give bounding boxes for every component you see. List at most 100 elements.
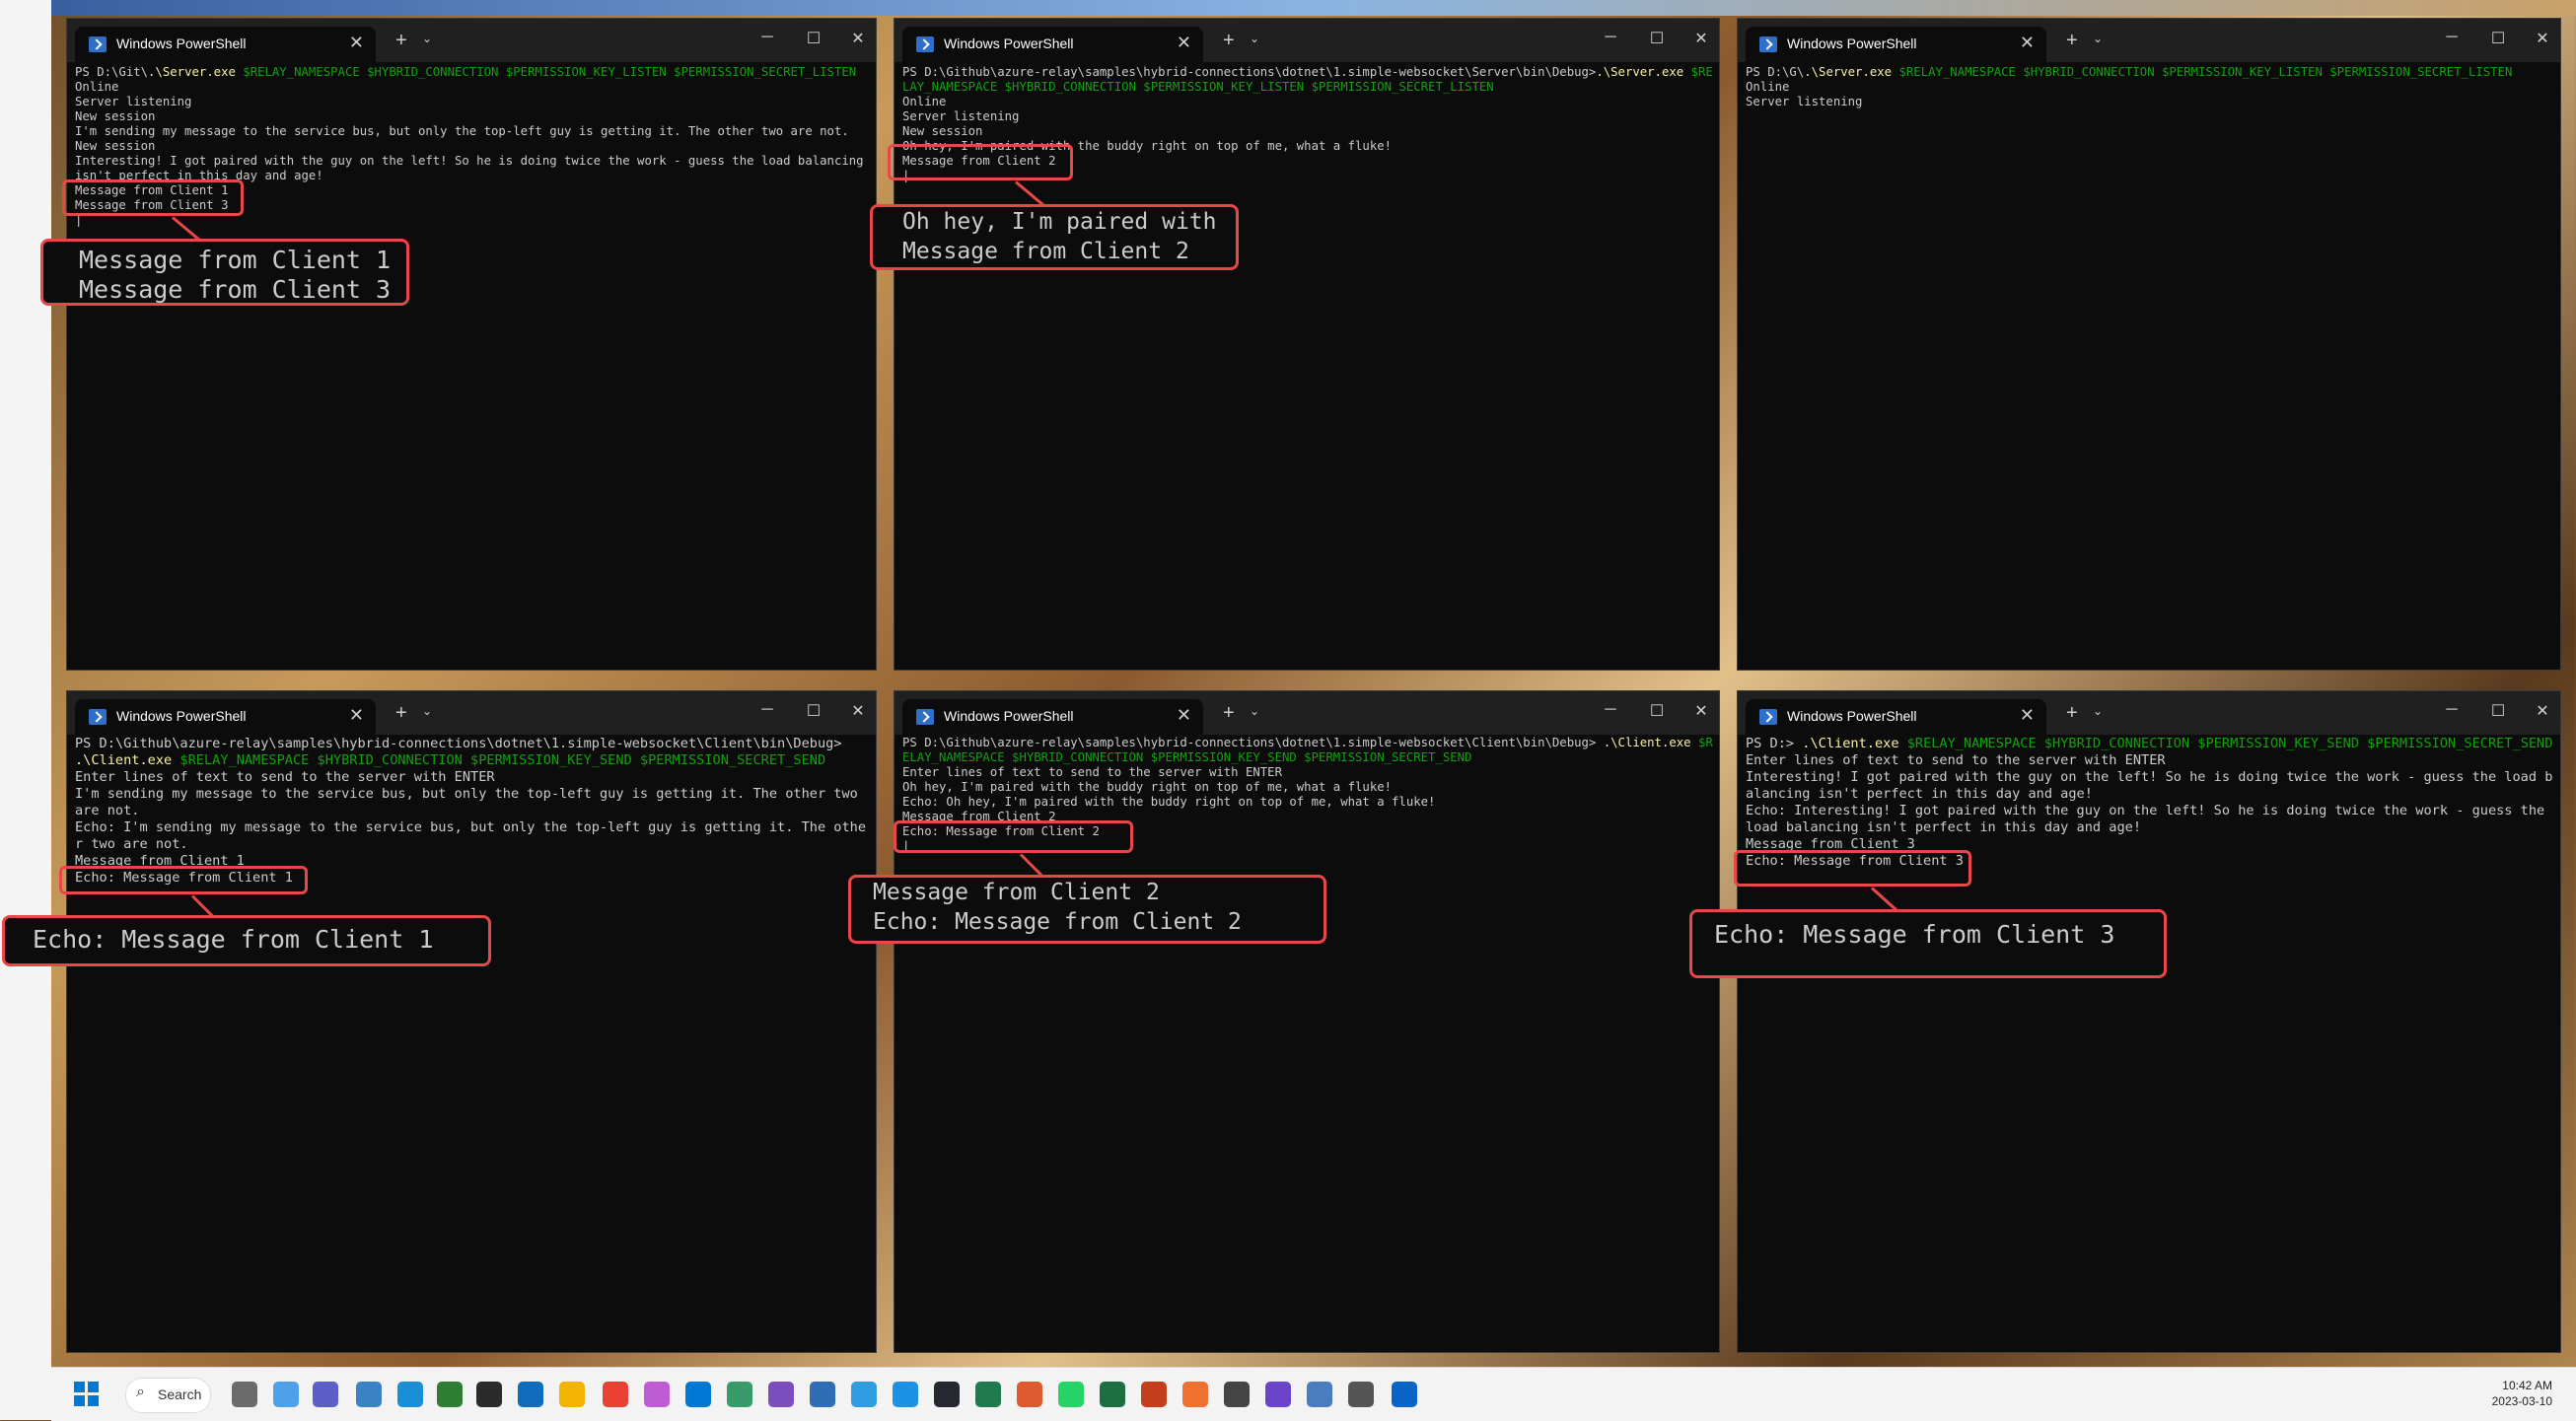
app-icon-2[interactable] (1182, 1382, 1208, 1407)
close-button[interactable]: ✕ (843, 29, 873, 48)
remote-icon[interactable] (1392, 1382, 1417, 1407)
terminal-window[interactable]: Windows PowerShell ✕ + ⌄ ─ ☐ ✕ PS D:\Git… (67, 691, 876, 1352)
weather-icon[interactable] (273, 1382, 299, 1407)
chrome-icon[interactable] (603, 1382, 628, 1407)
whatsapp-icon[interactable] (1058, 1382, 1084, 1407)
file-explorer-icon[interactable] (559, 1382, 585, 1407)
terminal-window[interactable]: Windows PowerShell ✕ + ⌄ ─ ☐ ✕ PS D:\Git… (894, 19, 1719, 670)
app-icon[interactable] (1017, 1382, 1042, 1407)
tab-dropdown-button[interactable]: ⌄ (422, 704, 432, 718)
terminal-window[interactable]: Windows PowerShell ✕ + ⌄ ─ ☐ ✕ PS D:\Git… (67, 19, 876, 670)
close-button[interactable]: ✕ (2528, 29, 2557, 48)
terminal-tab[interactable]: Windows PowerShell ✕ (902, 27, 1203, 62)
terminal-tab[interactable]: Windows PowerShell ✕ (902, 699, 1203, 735)
zoom-callout: Echo: Message from Client 1 (2, 915, 491, 966)
terminal-window[interactable]: Windows PowerShell ✕ + ⌄ ─ ☐ ✕ PS D:> .\… (1738, 691, 2560, 1352)
teams-icon[interactable] (313, 1382, 338, 1407)
close-button[interactable]: ✕ (1686, 701, 1716, 721)
output-text: Server listening (75, 95, 192, 108)
maximize-button[interactable]: ☐ (2483, 701, 2513, 721)
outlook-icon[interactable] (518, 1382, 543, 1407)
tab-dropdown-button[interactable]: ⌄ (2093, 704, 2103, 718)
notepad-icon[interactable] (437, 1382, 463, 1407)
minimize-button[interactable]: ─ (1596, 29, 1625, 46)
minimize-button[interactable]: ─ (752, 29, 782, 46)
minimize-button[interactable]: ─ (752, 701, 782, 719)
tab-dropdown-button[interactable]: ⌄ (2093, 32, 2103, 45)
terminal-line: I'm sending my message to the service bu… (75, 786, 870, 819)
tab-bar: Windows PowerShell ✕ + ⌄ ─ ☐ ✕ (894, 691, 1719, 735)
output-text: Oh hey, I'm paired with the buddy right … (902, 780, 1393, 794)
maximize-button[interactable]: ☐ (799, 29, 828, 48)
output-text: I'm sending my message to the service bu… (75, 786, 867, 818)
system-clock[interactable]: 10:42 AM 2023-03-10 (2492, 1378, 2552, 1409)
paint-icon[interactable] (644, 1382, 670, 1407)
settings-icon[interactable] (1348, 1382, 1374, 1407)
terminal-icon[interactable] (476, 1382, 502, 1407)
zoom-line: Message from Client 1 (79, 246, 392, 274)
tab-close-icon[interactable]: ✕ (349, 33, 364, 53)
close-button[interactable]: ✕ (2528, 701, 2557, 721)
maximize-button[interactable]: ☐ (1642, 701, 1672, 721)
store-icon[interactable] (810, 1382, 835, 1407)
zoom-line: Echo: Message from Client 3 (1714, 920, 2115, 949)
tab-close-icon[interactable]: ✕ (349, 705, 364, 726)
file-app-icon[interactable] (356, 1382, 382, 1407)
new-tab-button[interactable]: + (395, 30, 407, 52)
terminal-line: Enter lines of text to send to the serve… (75, 769, 870, 786)
powerpoint-icon[interactable] (1141, 1382, 1167, 1407)
terminal-window[interactable]: Windows PowerShell ✕ + ⌄ ─ ☐ ✕ PS D:\G\.… (1738, 19, 2560, 670)
terminal-tab[interactable]: Windows PowerShell ✕ (75, 27, 376, 62)
terminal-tab[interactable]: Windows PowerShell ✕ (1746, 27, 2046, 62)
taskbar-search-button[interactable]: ⌕ Search (125, 1378, 211, 1413)
windows-start-icon[interactable] (74, 1382, 100, 1407)
minimize-button[interactable]: ─ (2437, 701, 2467, 719)
new-tab-button[interactable]: + (395, 702, 407, 725)
tab-dropdown-button[interactable]: ⌄ (422, 32, 432, 45)
tab-close-icon[interactable]: ✕ (1177, 705, 1191, 726)
maximize-button[interactable]: ☐ (2483, 29, 2513, 48)
close-button[interactable]: ✕ (1686, 29, 1716, 48)
terminal-tab[interactable]: Windows PowerShell ✕ (75, 699, 376, 735)
video-icon[interactable] (1265, 1382, 1291, 1407)
terminal-output[interactable]: PS D:\Github\azure-relay\samples\hybrid-… (75, 736, 870, 887)
tab-close-icon[interactable]: ✕ (1177, 33, 1191, 53)
tab-close-icon[interactable]: ✕ (2020, 33, 2035, 53)
edge-icon[interactable] (397, 1382, 423, 1407)
minimize-button[interactable]: ─ (1596, 701, 1625, 719)
tab-dropdown-button[interactable]: ⌄ (1250, 32, 1259, 45)
terminal-output[interactable]: PS D:\G\.\Server.exe $RELAY_NAMESPACE $H… (1746, 65, 2554, 109)
tab-close-icon[interactable]: ✕ (2020, 705, 2035, 726)
github-icon[interactable] (934, 1382, 960, 1407)
tab-dropdown-button[interactable]: ⌄ (1250, 704, 1259, 718)
new-tab-button[interactable]: + (2066, 30, 2078, 52)
wordpad-icon[interactable] (1224, 1382, 1250, 1407)
zoom-callout: Message from Client 2 Echo: Message from … (848, 875, 1326, 944)
terminal-line: Online (1746, 80, 2554, 95)
visual-studio-icon[interactable] (768, 1382, 794, 1407)
dev-icon[interactable] (727, 1382, 752, 1407)
terminal-tab[interactable]: Windows PowerShell ✕ (1746, 699, 2046, 735)
excel-icon[interactable] (1100, 1382, 1125, 1407)
new-tab-button[interactable]: + (1223, 30, 1235, 52)
maximize-button[interactable]: ☐ (1642, 29, 1672, 48)
network-icon[interactable] (1307, 1382, 1332, 1407)
tab-title: Windows PowerShell (116, 36, 247, 51)
task-view-icon[interactable] (232, 1382, 257, 1407)
minimize-button[interactable]: ─ (2437, 29, 2467, 46)
docker-app-icon[interactable] (851, 1382, 877, 1407)
vscode-icon[interactable] (685, 1382, 711, 1407)
output-text: Online (75, 80, 119, 94)
new-tab-button[interactable]: + (1223, 702, 1235, 725)
highlight-box (62, 179, 244, 216)
output-text: Interesting! I got paired with the guy o… (1746, 769, 2553, 802)
search-label: Search (158, 1386, 202, 1402)
terminal-line: New session (75, 139, 870, 154)
docker-icon[interactable] (893, 1382, 918, 1407)
output-text: PS D:\Github\azure-relay\samples\hybrid-… (75, 736, 850, 751)
close-button[interactable]: ✕ (843, 701, 873, 721)
new-tab-button[interactable]: + (2066, 702, 2078, 725)
git-icon[interactable] (975, 1382, 1001, 1407)
terminal-window[interactable]: Windows PowerShell ✕ + ⌄ ─ ☐ ✕ PS D:\Git… (894, 691, 1719, 1352)
maximize-button[interactable]: ☐ (799, 701, 828, 721)
